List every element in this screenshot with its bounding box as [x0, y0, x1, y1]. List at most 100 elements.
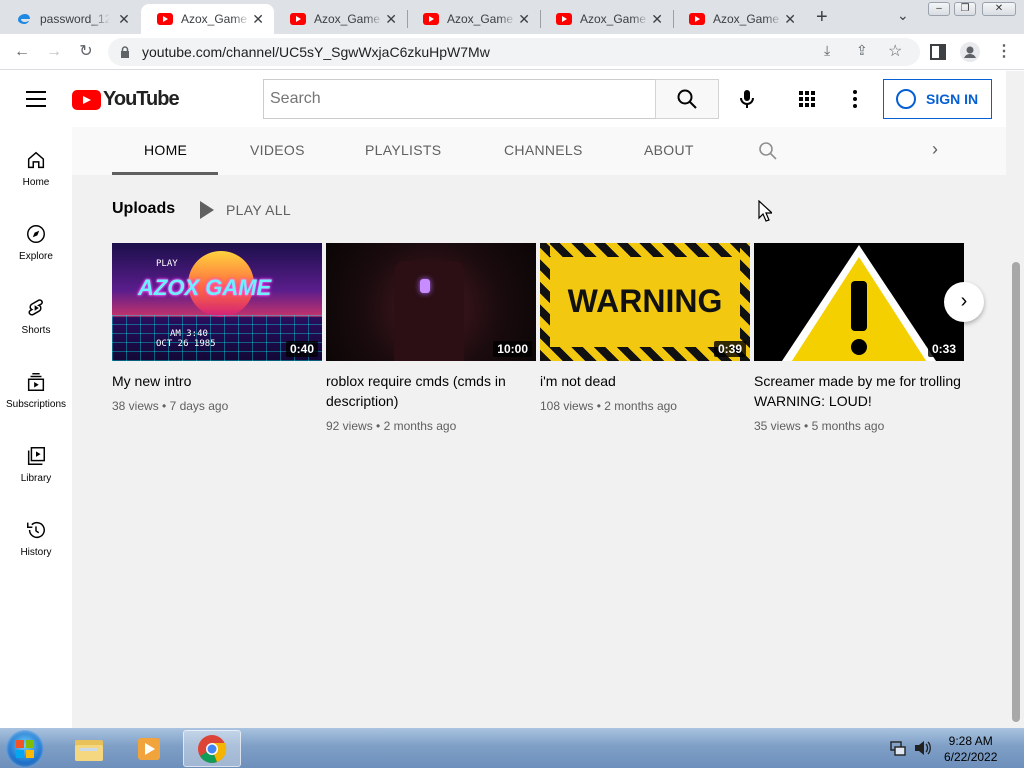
forward-arrow-icon[interactable]: → [44, 42, 64, 62]
media-player-icon [138, 738, 160, 760]
youtube-icon [423, 13, 439, 25]
guide-item-library[interactable]: Library [0, 445, 72, 484]
guide-label: Explore [19, 251, 53, 262]
address-bar[interactable]: youtube.com/channel/UC5sY_SgwWxjaC6zkuHp… [108, 38, 920, 66]
guide-item-home[interactable]: Home [0, 149, 72, 188]
tab-playlists[interactable]: PLAYLISTS [365, 142, 441, 158]
browser-tab-1[interactable]: password_12 ✕ [0, 4, 140, 34]
restore-window-button[interactable]: ❐ [954, 2, 976, 16]
youtube-icon [689, 13, 705, 25]
youtube-icon [290, 13, 306, 25]
shelf-next-button[interactable]: › [944, 282, 984, 322]
browser-tab-5[interactable]: Azox_Game ✕ [540, 4, 673, 34]
tab-title: Azox_Game [580, 12, 647, 26]
start-button[interactable] [6, 730, 44, 768]
guide-item-history[interactable]: History [0, 519, 72, 558]
video-card[interactable]: 10:00 roblox require cmds (cmds in descr… [326, 243, 536, 433]
close-tab-icon[interactable]: ✕ [116, 11, 132, 28]
tab-title: Azox_Game [314, 12, 381, 26]
lock-icon[interactable] [120, 46, 130, 58]
reload-icon[interactable]: ↻ [76, 42, 96, 62]
back-arrow-icon[interactable]: ← [12, 42, 32, 62]
video-card[interactable]: PLAY AZOX GAME AM 3:40 OCT 26 1985 0:40 … [112, 243, 322, 413]
search-input[interactable] [263, 79, 656, 119]
guide-item-explore[interactable]: Explore [0, 223, 72, 262]
clock-date: 6/22/2022 [944, 750, 998, 764]
search-button[interactable] [655, 79, 719, 119]
thumb-date-text: OCT 26 1985 [156, 339, 216, 349]
settings-more-icon[interactable] [843, 87, 867, 111]
tabs-scroll-right-icon[interactable]: › [932, 139, 938, 160]
chevron-down-icon[interactable]: ⌄ [897, 7, 909, 24]
video-title[interactable]: My new intro [112, 371, 322, 391]
uploads-heading[interactable]: Uploads [112, 200, 175, 218]
tab-videos[interactable]: VIDEOS [250, 142, 305, 158]
side-panel-icon[interactable] [930, 44, 946, 60]
guide-item-shorts[interactable]: Shorts [0, 297, 72, 336]
browser-tab-2[interactable]: Azox_Game ✕ [141, 4, 274, 34]
video-duration: 0:33 [927, 341, 960, 357]
video-title[interactable]: i'm not dead [540, 371, 750, 391]
share-icon[interactable]: ⇪ [856, 42, 868, 59]
tab-about[interactable]: ABOUT [644, 142, 694, 158]
browser-tab-6[interactable]: Azox_Game ✕ [673, 4, 806, 34]
video-title[interactable]: Screamer made by me for trolling WARNING… [754, 371, 964, 411]
play-all-button[interactable]: PLAY ALL [200, 201, 291, 219]
guide-item-subscriptions[interactable]: Subscriptions [0, 371, 72, 410]
close-tab-icon[interactable]: ✕ [782, 11, 798, 28]
browser-toolbar: ← → ↻ youtube.com/channel/UC5sY_SgwWxjaC… [0, 34, 1024, 70]
active-tab-indicator [112, 172, 218, 175]
video-card[interactable]: 0:33 Screamer made by me for trolling WA… [754, 243, 964, 433]
video-metadata: 108 views • 2 months ago [540, 399, 677, 413]
apps-grid-icon[interactable] [795, 87, 819, 111]
scrollbar-thumb[interactable] [1012, 262, 1020, 722]
tab-home[interactable]: HOME [144, 142, 187, 158]
browser-menu-icon[interactable]: ⋮ [994, 42, 1014, 62]
browser-tab-4[interactable]: Azox_Game ✕ [407, 4, 540, 34]
youtube-icon [157, 13, 173, 25]
video-age: 2 months ago [383, 419, 457, 433]
hamburger-menu-icon[interactable] [26, 91, 46, 107]
video-views: 35 views [754, 419, 801, 433]
taskbar-explorer[interactable] [60, 730, 118, 767]
close-tab-icon[interactable]: ✕ [649, 11, 665, 28]
video-card[interactable]: WARNING 0:39 i'm not dead 108 views • 2 … [540, 243, 750, 413]
logo-text: YouTube [103, 88, 180, 110]
video-thumbnail[interactable]: PLAY AZOX GAME AM 3:40 OCT 26 1985 0:40 [112, 243, 322, 361]
channel-search-icon[interactable] [758, 141, 778, 161]
video-title[interactable]: roblox require cmds (cmds in description… [326, 371, 536, 411]
video-thumbnail[interactable]: 10:00 [326, 243, 536, 361]
browser-tab-3[interactable]: Azox_Game ✕ [274, 4, 407, 34]
hazard-stripes-top [540, 243, 750, 257]
taskbar-clock[interactable]: 9:28 AM 6/22/2022 [944, 733, 997, 765]
microphone-icon[interactable] [735, 87, 759, 111]
install-app-icon[interactable]: ⤓ [824, 42, 830, 59]
volume-icon[interactable] [914, 740, 932, 756]
profile-icon[interactable] [960, 42, 980, 62]
mouse-cursor-icon [758, 200, 772, 222]
thumb-time-text: AM 3:40 [170, 329, 208, 339]
tab-channels[interactable]: CHANNELS [504, 142, 583, 158]
history-icon [27, 522, 45, 539]
video-thumbnail[interactable]: WARNING 0:39 [540, 243, 750, 361]
bookmark-star-icon[interactable]: ☆ [888, 41, 902, 61]
sign-in-button[interactable]: SIGN IN [883, 79, 992, 119]
new-tab-icon[interactable]: + [816, 6, 828, 29]
network-icon[interactable] [890, 740, 906, 756]
close-tab-icon[interactable]: ✕ [383, 11, 399, 28]
close-window-button[interactable]: ✕ [982, 2, 1016, 16]
taskbar-chrome[interactable] [183, 730, 241, 767]
close-tab-icon[interactable]: ✕ [516, 11, 532, 28]
youtube-logo[interactable]: YouTube [72, 88, 180, 111]
video-thumbnail[interactable]: 0:33 [754, 243, 964, 361]
library-icon [27, 447, 45, 465]
video-age: 7 days ago [169, 399, 229, 413]
video-duration: 0:40 [285, 341, 318, 357]
video-views: 108 views [540, 399, 594, 413]
home-icon [27, 151, 45, 169]
minimize-window-button[interactable]: – [928, 2, 950, 16]
video-views: 92 views [326, 419, 373, 433]
url-text[interactable]: youtube.com/channel/UC5sY_SgwWxjaC6zkuHp… [142, 44, 490, 60]
close-tab-icon[interactable]: ✕ [250, 11, 266, 28]
taskbar-media-player[interactable] [121, 730, 179, 767]
